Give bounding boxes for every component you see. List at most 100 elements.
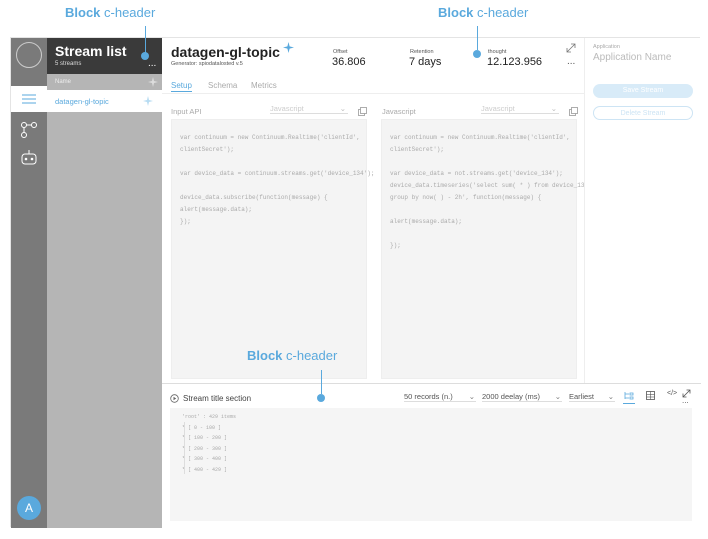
input-language-select[interactable]: Javascript ⌄	[270, 104, 348, 114]
tabs-divider	[162, 93, 584, 94]
offset-select[interactable]: Earliest ⌄	[569, 392, 615, 402]
annotation-block-label-3: Block c-header	[247, 348, 337, 363]
logo-circle	[16, 42, 42, 68]
sidebar-item-datagen-gl-topic[interactable]: datagen-gl-topic	[47, 90, 162, 112]
code-line: alert(message.data);	[390, 218, 463, 225]
user-avatar[interactable]: A	[17, 496, 41, 520]
tree-node[interactable]: * [ 400 - 429 ]	[182, 467, 227, 473]
output-panel-label: Javascript	[382, 107, 416, 116]
code-line: clientSecret');	[390, 146, 445, 153]
annotation-dot	[141, 52, 149, 60]
code-line: clientSecret');	[180, 146, 235, 153]
annotation-block-label-2: Block c-header	[438, 5, 528, 20]
code-line: var device_data = continuum.streams.get(…	[180, 170, 375, 177]
code-line: });	[180, 218, 191, 225]
rail-item-bots[interactable]	[11, 148, 47, 168]
annotation-block-label-1: Block c-header	[65, 5, 155, 20]
generator-info: Generator: spiodatalosted v.5	[171, 61, 243, 67]
annotation-line	[145, 26, 146, 54]
tree-node[interactable]: * [ 100 - 200 ]	[182, 435, 227, 441]
chevron-down-icon: ⌄	[550, 104, 557, 113]
records-select[interactable]: 50 records (n.) ⌄	[404, 392, 476, 402]
chevron-down-icon: ⌄	[607, 392, 614, 401]
sparkle-icon	[283, 42, 294, 53]
tab-metrics[interactable]: Metrics	[251, 81, 277, 90]
header-more-button[interactable]: ...	[567, 56, 575, 67]
tab-schema[interactable]: Schema	[208, 81, 237, 90]
app-window: A Stream list 5 streams ... Name datagen…	[10, 26, 701, 528]
annotation-rest: c-header	[282, 348, 338, 363]
input-api-label: Input API	[171, 107, 202, 116]
delay-select-value: 2000 deelay (ms)	[482, 392, 540, 401]
stat-offset-label: Offset	[333, 49, 348, 55]
stream-more-button[interactable]: ...	[682, 396, 689, 405]
code-line: device_data.timeseries('select sum( * ) …	[390, 182, 589, 189]
output-language-value: Javascript	[481, 104, 515, 113]
annotation-line	[477, 26, 478, 50]
tree-node[interactable]: * [ 300 - 400 ]	[182, 456, 227, 462]
sparkle-icon	[143, 96, 153, 106]
delete-stream-button[interactable]: Delete Stream	[593, 106, 693, 120]
input-code-editor[interactable]: var continuum = new Continuum.Realtime('…	[171, 119, 374, 379]
stat-retention-value: 7 days	[409, 56, 442, 68]
stream-list-title: Stream list	[55, 43, 127, 59]
robot-icon	[21, 150, 37, 165]
annotation-strong: Block	[438, 5, 474, 20]
rail-item-list[interactable]	[11, 86, 47, 112]
code-line: var continuum = new Continuum.Realtime('…	[390, 134, 571, 141]
stat-retention-label: Retention	[410, 49, 434, 55]
delay-select[interactable]: 2000 deelay (ms) ⌄	[482, 392, 562, 402]
stat-throughput-value: 12.123.956	[487, 56, 543, 68]
input-language-value: Javascript	[270, 104, 304, 113]
save-stream-button[interactable]: Save Stream	[593, 84, 693, 98]
sparkle-icon	[148, 77, 158, 87]
code-line: var device_data = not.streams.get('devic…	[390, 170, 563, 177]
rail-item-flows[interactable]	[11, 120, 47, 140]
tree-node[interactable]: * [ 0 - 100 ]	[182, 425, 221, 431]
stream-title-section: Stream title section 50 records (n.) ⌄ 2…	[162, 370, 701, 528]
sidebar-item-label: datagen-gl-topic	[55, 97, 109, 106]
annotation-rest: c-header	[473, 5, 529, 20]
stream-section-title: Stream title section	[183, 394, 252, 403]
chevron-down-icon: ⌄	[468, 392, 475, 401]
flow-icon	[21, 122, 37, 138]
application-name-input[interactable]: Application Name	[593, 52, 671, 63]
annotation-dot	[317, 394, 325, 402]
output-code-editor[interactable]: var continuum = new Continuum.Realtime('…	[381, 119, 588, 379]
application-panel: Application Application Name Save Stream…	[584, 38, 701, 383]
code-line: device_data.subscribe(function(message) …	[180, 194, 328, 201]
chevron-down-icon: ⌄	[554, 392, 561, 401]
chevron-down-icon: ⌄	[339, 104, 346, 113]
topic-title: datagen-gl-topic	[171, 44, 280, 60]
table-view-icon[interactable]	[646, 391, 655, 400]
sidebar-more-button[interactable]: ...	[148, 58, 156, 69]
stat-offset-value: 36.806	[332, 56, 366, 68]
annotation-rest: c-header	[100, 5, 156, 20]
annotation-dot	[473, 50, 481, 58]
tab-setup[interactable]: Setup	[171, 81, 192, 92]
stat-throughput-label: thought	[488, 49, 507, 55]
name-column-header: Name	[55, 79, 72, 85]
tree-indent-line	[184, 422, 185, 474]
expand-icon[interactable]	[566, 43, 576, 53]
tree-view-toggle[interactable]	[623, 390, 635, 404]
menu-icon	[22, 94, 36, 104]
copy-icon[interactable]	[569, 107, 578, 116]
code-line: alert(message.data);	[180, 206, 253, 213]
stream-count: 5 streams	[55, 61, 82, 67]
tree-node[interactable]: * [ 200 - 300 ]	[182, 446, 227, 452]
output-language-select[interactable]: Javascript ⌄	[481, 104, 559, 114]
play-circle-icon[interactable]	[170, 394, 179, 403]
tree-view-icon	[624, 392, 634, 400]
annotation-line	[321, 370, 322, 394]
code-line: group by now( ) - 2h', function(message)…	[390, 194, 542, 201]
application-label: Application	[593, 44, 620, 50]
offset-select-value: Earliest	[569, 392, 595, 401]
annotation-strong: Block	[247, 348, 283, 363]
code-view-icon[interactable]: </>	[667, 390, 677, 397]
copy-icon[interactable]	[358, 107, 367, 116]
code-line: var continuum = new Continuum.Realtime('…	[180, 134, 361, 141]
stream-output-viewer[interactable]: 'root' : 429 items * [ 0 - 100 ] * [ 100…	[170, 408, 692, 521]
stream-list-sidebar: Stream list 5 streams ... Name datagen-g…	[47, 38, 162, 528]
annotation-strong: Block	[65, 5, 101, 20]
